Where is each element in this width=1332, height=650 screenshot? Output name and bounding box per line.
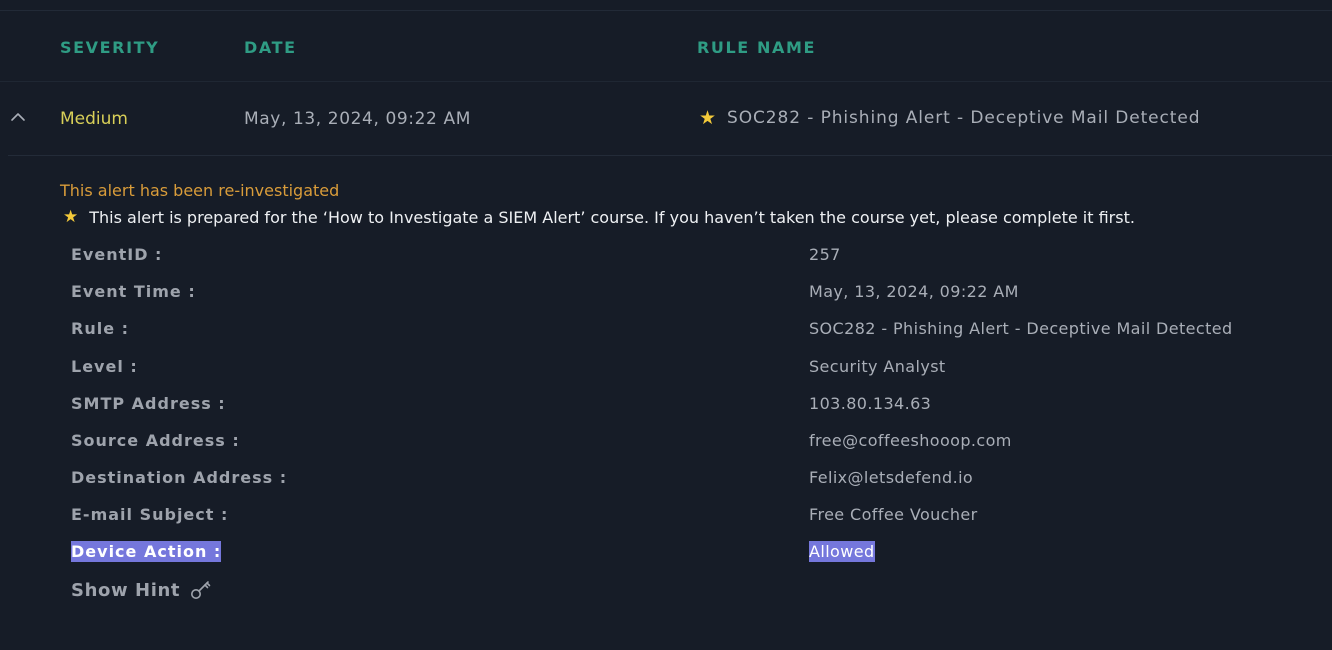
detail-label: Rule : — [71, 319, 130, 338]
alert-date: May, 13, 2024, 09:22 AM — [244, 109, 471, 129]
header-divider — [0, 81, 1332, 82]
detail-value: Security Analyst — [809, 357, 946, 376]
detail-label: EventID : — [71, 245, 163, 264]
show-hint-button[interactable]: Show Hint — [71, 578, 213, 602]
star-icon: ★ — [63, 207, 79, 227]
detail-value: free@coffeeshooop.com — [809, 431, 1012, 450]
detail-label: SMTP Address : — [71, 394, 226, 413]
alert-severity: Medium — [60, 109, 128, 129]
row-divider — [8, 155, 1332, 156]
key-icon — [191, 581, 211, 599]
detail-row-level: Level : Security Analyst — [0, 356, 1332, 384]
detail-value: May, 13, 2024, 09:22 AM — [809, 282, 1019, 301]
detail-row-email-subject: E-mail Subject : Free Coffee Voucher — [0, 504, 1332, 532]
detail-label: Level : — [71, 357, 138, 376]
course-note-text: This alert is prepared for the ‘How to I… — [89, 207, 1135, 227]
detail-label: Device Action : — [71, 541, 222, 562]
detail-row-event-time: Event Time : May, 13, 2024, 09:22 AM — [0, 281, 1332, 309]
detail-row-smtp-address: SMTP Address : 103.80.134.63 — [0, 393, 1332, 421]
top-divider — [0, 10, 1332, 11]
show-hint-label: Show Hint — [71, 579, 181, 601]
star-icon: ★ — [699, 107, 717, 129]
column-header-rule-name[interactable]: RULE NAME — [697, 38, 816, 57]
column-header-severity[interactable]: SEVERITY — [60, 38, 159, 57]
chevron-up-icon[interactable] — [10, 110, 26, 122]
detail-row-source-address: Source Address : free@coffeeshooop.com — [0, 430, 1332, 458]
detail-row-device-action: Device Action : Allowed — [0, 541, 1332, 569]
detail-label: Event Time : — [71, 282, 196, 301]
alert-rule-cell: ★ SOC282 - Phishing Alert - Deceptive Ma… — [699, 108, 1200, 128]
detail-label: Destination Address : — [71, 468, 288, 487]
detail-value: Free Coffee Voucher — [809, 505, 978, 524]
alert-rule-name: SOC282 - Phishing Alert - Deceptive Mail… — [727, 108, 1201, 128]
detail-value: SOC282 - Phishing Alert - Deceptive Mail… — [809, 319, 1233, 338]
detail-row-destination-address: Destination Address : Felix@letsdefend.i… — [0, 467, 1332, 495]
detail-row-rule: Rule : SOC282 - Phishing Alert - Decepti… — [0, 318, 1332, 346]
detail-row-event-id: EventID : 257 — [0, 244, 1332, 272]
detail-value: Felix@letsdefend.io — [809, 468, 974, 487]
column-header-date[interactable]: DATE — [244, 38, 297, 57]
detail-value: 103.80.134.63 — [809, 394, 932, 413]
detail-label: E-mail Subject : — [71, 505, 229, 524]
detail-label: Source Address : — [71, 431, 240, 450]
reinvestigated-note: This alert has been re-investigated — [60, 181, 340, 200]
detail-value: 257 — [809, 245, 841, 264]
course-note: ★ This alert is prepared for the ‘How to… — [63, 207, 1135, 227]
detail-value: Allowed — [809, 541, 875, 562]
